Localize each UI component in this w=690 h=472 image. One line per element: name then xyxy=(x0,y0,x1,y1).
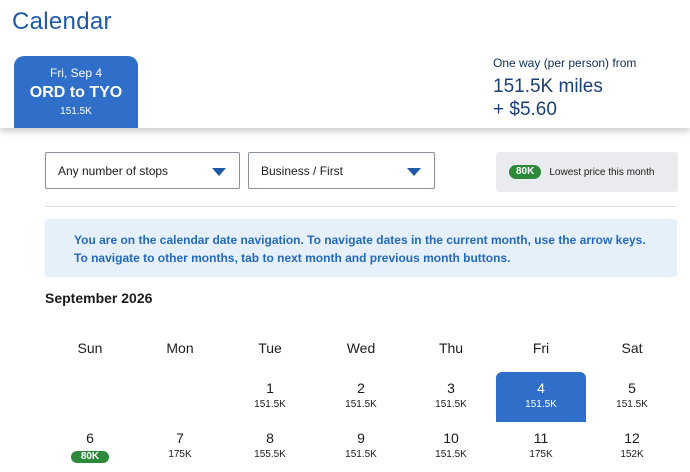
page-title: Calendar xyxy=(12,8,112,35)
calendar-day-8[interactable]: 8 155.5K xyxy=(225,422,315,472)
lowest-price-legend: 80K Lowest price this month xyxy=(496,152,678,192)
cabin-select-value: Business / First xyxy=(261,164,344,178)
stops-select-value: Any number of stops xyxy=(58,164,169,178)
navigation-notice: You are on the calendar date navigation.… xyxy=(45,219,677,277)
day-number: 2 xyxy=(357,380,365,396)
route: ORD to TYO xyxy=(29,84,123,101)
fare-summary: One way (per person) from 151.5K miles +… xyxy=(493,56,636,121)
chevron-down-icon xyxy=(212,168,226,176)
weekday-thu: Thu xyxy=(438,340,464,356)
weekday-sun: Sun xyxy=(77,340,103,356)
weekday-fri: Fri xyxy=(532,340,550,356)
selected-date-tab[interactable]: Fri, Sep 4 ORD to TYO 151.5K xyxy=(14,56,138,128)
calendar-day-5[interactable]: 5 151.5K xyxy=(587,372,677,422)
weekday-sat: Sat xyxy=(621,340,643,356)
day-price: 151.5K xyxy=(435,449,467,460)
chevron-down-icon xyxy=(407,168,421,176)
weekday-tue: Tue xyxy=(258,340,282,356)
day-number: 1 xyxy=(266,380,274,396)
header-bar: Calendar Fri, Sep 4 ORD to TYO 151.5K On… xyxy=(0,0,690,128)
day-number: 10 xyxy=(443,430,459,446)
day-number: 9 xyxy=(357,430,365,446)
day-number: 8 xyxy=(266,430,274,446)
selected-date: Fri, Sep 4 xyxy=(49,66,103,80)
day-price: 151.5K xyxy=(345,449,377,460)
day-price: 151.5K xyxy=(435,399,467,410)
weekday-wed: Wed xyxy=(346,340,376,356)
stops-select[interactable]: Any number of stops xyxy=(45,152,240,189)
calendar-day-7[interactable]: 7 175K xyxy=(135,422,225,472)
cabin-select[interactable]: Business / First xyxy=(248,152,435,189)
fare-label: One way (per person) from xyxy=(493,56,637,70)
day-number: 7 xyxy=(176,430,184,446)
calendar-day-4-selected[interactable]: 4 151.5K xyxy=(496,372,586,422)
calendar-day-6[interactable]: 6 80K xyxy=(45,422,135,472)
day-number: 12 xyxy=(624,430,640,446)
calendar-day-2[interactable]: 2 151.5K xyxy=(316,372,406,422)
day-number: 11 xyxy=(533,430,549,446)
day-number: 3 xyxy=(447,380,455,396)
divider xyxy=(45,206,677,207)
calendar-day-3[interactable]: 3 151.5K xyxy=(406,372,496,422)
calendar-day-9[interactable]: 9 151.5K xyxy=(316,422,406,472)
legend-text: Lowest price this month xyxy=(549,166,655,178)
calendar-day-1[interactable]: 1 151.5K xyxy=(225,372,315,422)
calendar-day-12[interactable]: 12 152K xyxy=(587,422,677,472)
month-heading: September 2026 xyxy=(45,290,153,306)
day-price: 151.5K xyxy=(616,399,648,410)
weekday-mon: Mon xyxy=(166,340,194,356)
day-price: 175K xyxy=(168,449,192,460)
selected-price: 151.5K xyxy=(60,106,92,117)
calendar-day-10[interactable]: 10 151.5K xyxy=(406,422,496,472)
day-number: 4 xyxy=(537,380,545,396)
lowest-price-badge: 80K xyxy=(509,165,542,179)
day-price: 151.5K xyxy=(345,399,377,410)
day-price: 151.5K xyxy=(254,399,286,410)
day-price: 152K xyxy=(620,449,644,460)
day-price: 155.5K xyxy=(254,449,286,460)
day-number: 6 xyxy=(86,430,94,446)
day-price: 175K xyxy=(529,449,553,460)
fare-cash: + $5.60 xyxy=(493,99,557,120)
fare-miles: 151.5K miles xyxy=(493,76,603,97)
lowest-price-badge: 80K xyxy=(70,451,110,463)
day-number: 5 xyxy=(628,380,636,396)
calendar-day-11[interactable]: 11 175K xyxy=(496,422,586,472)
day-price: 151.5K xyxy=(525,399,557,410)
